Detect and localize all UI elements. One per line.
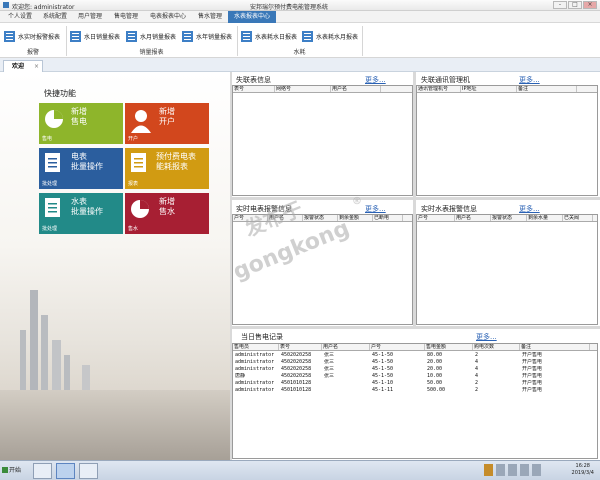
quick-functions-title: 快捷功能 [44, 89, 76, 98]
water-daily-sales-button[interactable]: 水日销量报表 [70, 27, 120, 45]
report-icon [182, 30, 193, 42]
new-account-tile[interactable]: 新增 开户 开户 [125, 103, 209, 144]
taskbar-app-explorer[interactable] [33, 463, 52, 479]
city-skyline [30, 290, 38, 400]
water-alarm-more-link[interactable]: 更多... [519, 204, 540, 214]
lost-meter-more-link[interactable]: 更多... [365, 75, 386, 85]
menu-meter-report[interactable]: 电表报表中心 [144, 11, 192, 23]
app-icon [3, 2, 9, 8]
table-header: 表号 网络号 用户名 [233, 86, 412, 93]
windows-icon [2, 467, 8, 473]
login-user: 欢迎您: administrator [12, 4, 75, 11]
lost-comm-more-link[interactable]: 更多... [519, 75, 540, 85]
city-skyline [41, 315, 48, 400]
water-batch-tile[interactable]: 水表 批量操作 批处理 [39, 193, 123, 234]
lost-meter-title: 失联表信息 [236, 76, 271, 84]
menu-system[interactable]: 系统配置 [38, 11, 72, 23]
pie-chart-icon [131, 200, 149, 218]
taskbar-clock[interactable]: 16:28 2019/3/4 [572, 463, 594, 477]
group-separator [362, 26, 363, 56]
table-row[interactable]: administrator 4501010128 45-1-11 500.00 2 开户售… [234, 387, 591, 394]
window-title: 安邦瑞尔预付费电能管理系统 [250, 4, 329, 11]
table-row[interactable]: 唐静 4502020258 张三 45-1-50 10.00 4 开户售电 [234, 373, 591, 380]
water-monthly-consumption-button[interactable]: 水表耗水月报表 [302, 27, 358, 45]
tray-icon[interactable] [508, 464, 517, 476]
daily-sales-table: 售电员 表号 用户名 户号 售电金额 购电次数 备注 administrator… [232, 343, 598, 459]
report-icon [241, 30, 252, 42]
menu-personal[interactable]: 个人设置 [2, 11, 38, 23]
group-label-alarm: 报警 [26, 49, 39, 56]
lost-comm-table: 通讯管理机号 IP地址 备注 [416, 85, 598, 196]
table-header: 户号 用户名 报警状态 剩余水量 已关阀 [417, 215, 597, 222]
menu-water-report[interactable]: 水表报表中心 [228, 11, 276, 23]
maximize-button[interactable]: □ [568, 1, 582, 9]
lost-comm-title: 失联通讯管理机 [421, 76, 470, 84]
daily-sales-more-link[interactable]: 更多... [476, 332, 497, 342]
report-icon [4, 30, 15, 42]
daily-sales-title: 当日售电记录 [241, 333, 283, 341]
user-icon [131, 110, 151, 133]
table-row[interactable]: administrator 4502020258 张三 45-1-50 80.00 2 开户… [234, 352, 591, 359]
water-daily-consumption-button[interactable]: 水表耗水日报表 [241, 27, 297, 45]
table-header: 通讯管理机号 IP地址 备注 [417, 86, 597, 93]
tray-icon[interactable] [496, 464, 505, 476]
report-icon [70, 30, 81, 42]
water-monthly-sales-button[interactable]: 水月销量报表 [126, 27, 176, 45]
title-bar: 欢迎您: administrator 安邦瑞尔预付费电能管理系统 - □ × [0, 0, 600, 11]
taskbar-app-power-system[interactable] [56, 463, 75, 479]
lost-meter-table: 表号 网络号 用户名 [232, 85, 413, 196]
ground-background [0, 390, 230, 460]
watermark-registered: ® [352, 196, 362, 207]
table-header: 售电员 表号 用户名 户号 售电金额 购电次数 备注 [233, 344, 597, 351]
start-button[interactable]: 开始 [1, 463, 29, 478]
water-yearly-sales-button[interactable]: 水年销量报表 [182, 27, 232, 45]
minimize-button[interactable]: - [553, 1, 567, 9]
menu-power-sale[interactable]: 售电管理 [108, 11, 144, 23]
document-icon [131, 153, 146, 172]
taskbar-app-window[interactable] [79, 463, 98, 479]
new-water-sale-tile[interactable]: 新增 售水 售水 [125, 193, 209, 234]
tray-icon[interactable] [532, 464, 541, 476]
new-power-sale-tile[interactable]: 新增 售电 售电 [39, 103, 123, 144]
group-label-consumption: 水耗 [293, 49, 306, 56]
ribbon: 水实时报警报表 水日销量报表 水月销量报表 水年销量报表 水表耗水日报表 水表耗… [0, 23, 600, 58]
report-icon [302, 30, 313, 42]
water-alarm-table: 户号 用户名 报警状态 剩余水量 已关阀 [416, 214, 598, 325]
meter-batch-tile[interactable]: 电表 批量操作 批处理 [39, 148, 123, 189]
electric-alarm-more-link[interactable]: 更多... [365, 204, 386, 214]
tray-icon[interactable] [520, 464, 529, 476]
prepaid-energy-report-tile[interactable]: 预付费电表 能耗报表 报表 [125, 148, 209, 189]
menu-water-sale[interactable]: 售水管理 [192, 11, 228, 23]
table-row[interactable]: administrator 4501010128 45-1-10 50.00 2 开户售电 [234, 380, 591, 387]
pie-chart-icon [45, 110, 63, 128]
menu-bar: 个人设置 系统配置 用户管理 售电管理 电表报表中心 售水管理 水表报表中心 [0, 11, 600, 23]
tab-welcome[interactable]: 欢迎 × [3, 60, 43, 72]
water-alarm-title: 实时水表报警信息 [421, 205, 477, 213]
water-realtime-alarm-button[interactable]: 水实时报警报表 [4, 27, 60, 45]
taskbar: 开始 16:28 2019/3/4 [0, 460, 600, 480]
table-row[interactable]: administrator 4502020258 张三 45-1-50 20.00 4 开户… [234, 359, 591, 366]
close-tab-icon[interactable]: × [34, 61, 39, 72]
menu-users[interactable]: 用户管理 [72, 11, 108, 23]
report-icon [126, 30, 137, 42]
document-icon [45, 153, 60, 172]
document-tab-bar: 欢迎 × [0, 58, 600, 72]
tray-icon[interactable] [484, 464, 493, 476]
document-icon [45, 198, 60, 217]
table-row[interactable]: administrator 4502020258 张三 45-1-50 20.00 4 开户… [234, 366, 591, 373]
group-label-sales: 销量报表 [139, 49, 164, 56]
close-button[interactable]: × [583, 1, 597, 9]
